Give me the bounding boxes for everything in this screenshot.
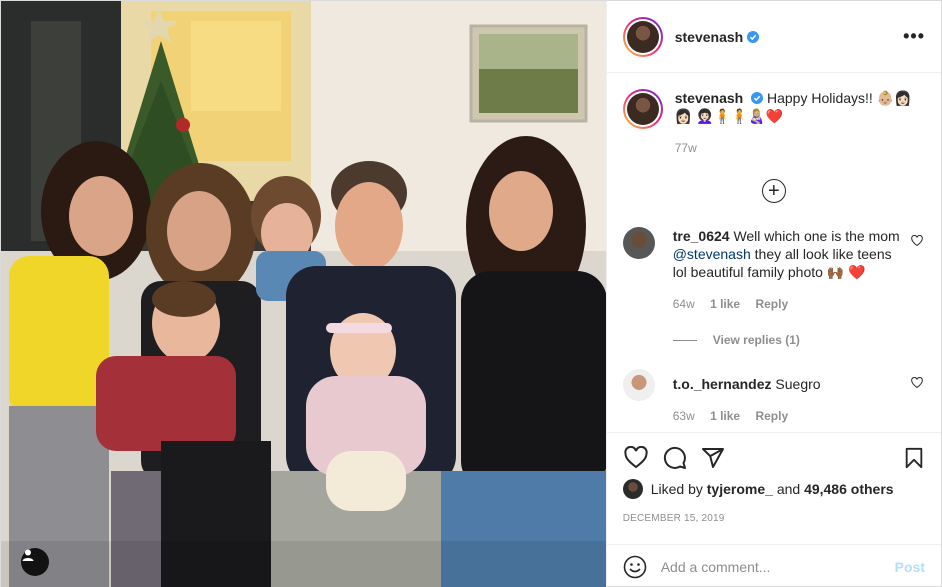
caption: stevenash Happy Holidays!! 👶🏼👩🏻👩🏻 👩🏻‍🦱🧍🧍… [622, 89, 925, 157]
share-icon[interactable] [701, 446, 725, 470]
comment-time[interactable]: 64w [673, 297, 695, 311]
likes-and: and [776, 481, 801, 497]
person-icon [22, 549, 34, 561]
comment-item: t.o._hernandez Suegro 63w 1 like Reply [622, 369, 925, 425]
load-more-comments-icon[interactable]: + [761, 179, 786, 203]
reply-button[interactable]: Reply [755, 409, 788, 423]
tagged-user-icon[interactable] [21, 548, 49, 576]
comment-time[interactable]: 63w [673, 409, 695, 423]
liked-by-label: Liked by [650, 481, 703, 497]
post-side-panel: stevenash ••• stevenash Happy Holidays!!… [605, 1, 941, 587]
verified-icon [751, 92, 764, 104]
comment-likes[interactable]: 1 like [710, 297, 740, 311]
emoji-icon[interactable] [623, 555, 647, 579]
comment-heart-icon[interactable] [911, 377, 923, 389]
family-photo [1, 1, 606, 587]
liker-avatar[interactable] [622, 479, 643, 499]
add-comment-bar: Post [606, 544, 941, 587]
instagram-post: stevenash ••• stevenash Happy Holidays!!… [0, 0, 942, 587]
heart-icon[interactable] [623, 446, 649, 470]
post-actions: Liked by tyjerome_ and 49,486 others DEC… [606, 432, 941, 544]
comment-text: Suegro [775, 376, 821, 392]
post-button[interactable]: Post [895, 559, 925, 575]
comment-icon[interactable] [663, 446, 687, 470]
comments-section[interactable]: stevenash Happy Holidays!! 👶🏼👩🏻👩🏻 👩🏻‍🦱🧍🧍… [607, 73, 941, 432]
author-avatar[interactable] [622, 16, 663, 57]
bookmark-icon[interactable] [903, 446, 925, 470]
comment-username[interactable]: t.o._hernandez [673, 376, 772, 392]
comment-text: Well which one is the mom [733, 228, 900, 244]
caption-time[interactable]: 77w [675, 139, 925, 157]
post-date[interactable]: DECEMBER 15, 2019 [623, 513, 925, 524]
view-replies-button[interactable]: View replies (1) [672, 333, 925, 347]
comment-input[interactable] [660, 558, 895, 575]
comment-item: tre_0624 Well which one is the mom @stev… [622, 227, 925, 313]
comment-avatar[interactable] [622, 369, 655, 401]
likes-summary: Liked by tyjerome_ and 49,486 others [622, 479, 925, 499]
post-photo[interactable] [1, 1, 606, 587]
comment-avatar[interactable] [622, 227, 655, 259]
comment-likes[interactable]: 1 like [710, 409, 740, 423]
reply-button[interactable]: Reply [755, 297, 788, 311]
caption-username[interactable]: stevenash [675, 90, 743, 106]
liker-username[interactable]: tyjerome_ [707, 481, 773, 497]
author-username[interactable]: stevenash [675, 29, 743, 45]
caption-avatar[interactable] [622, 89, 663, 129]
comment-mention[interactable]: @stevenash [673, 246, 751, 262]
verified-icon [747, 30, 760, 43]
comment-username[interactable]: tre_0624 [673, 228, 730, 244]
more-options-icon[interactable]: ••• [903, 26, 925, 47]
post-header: stevenash ••• [606, 1, 941, 73]
comment-heart-icon[interactable] [911, 235, 923, 247]
view-replies-label: View replies (1) [712, 333, 800, 347]
likes-others[interactable]: 49,486 others [804, 481, 894, 497]
